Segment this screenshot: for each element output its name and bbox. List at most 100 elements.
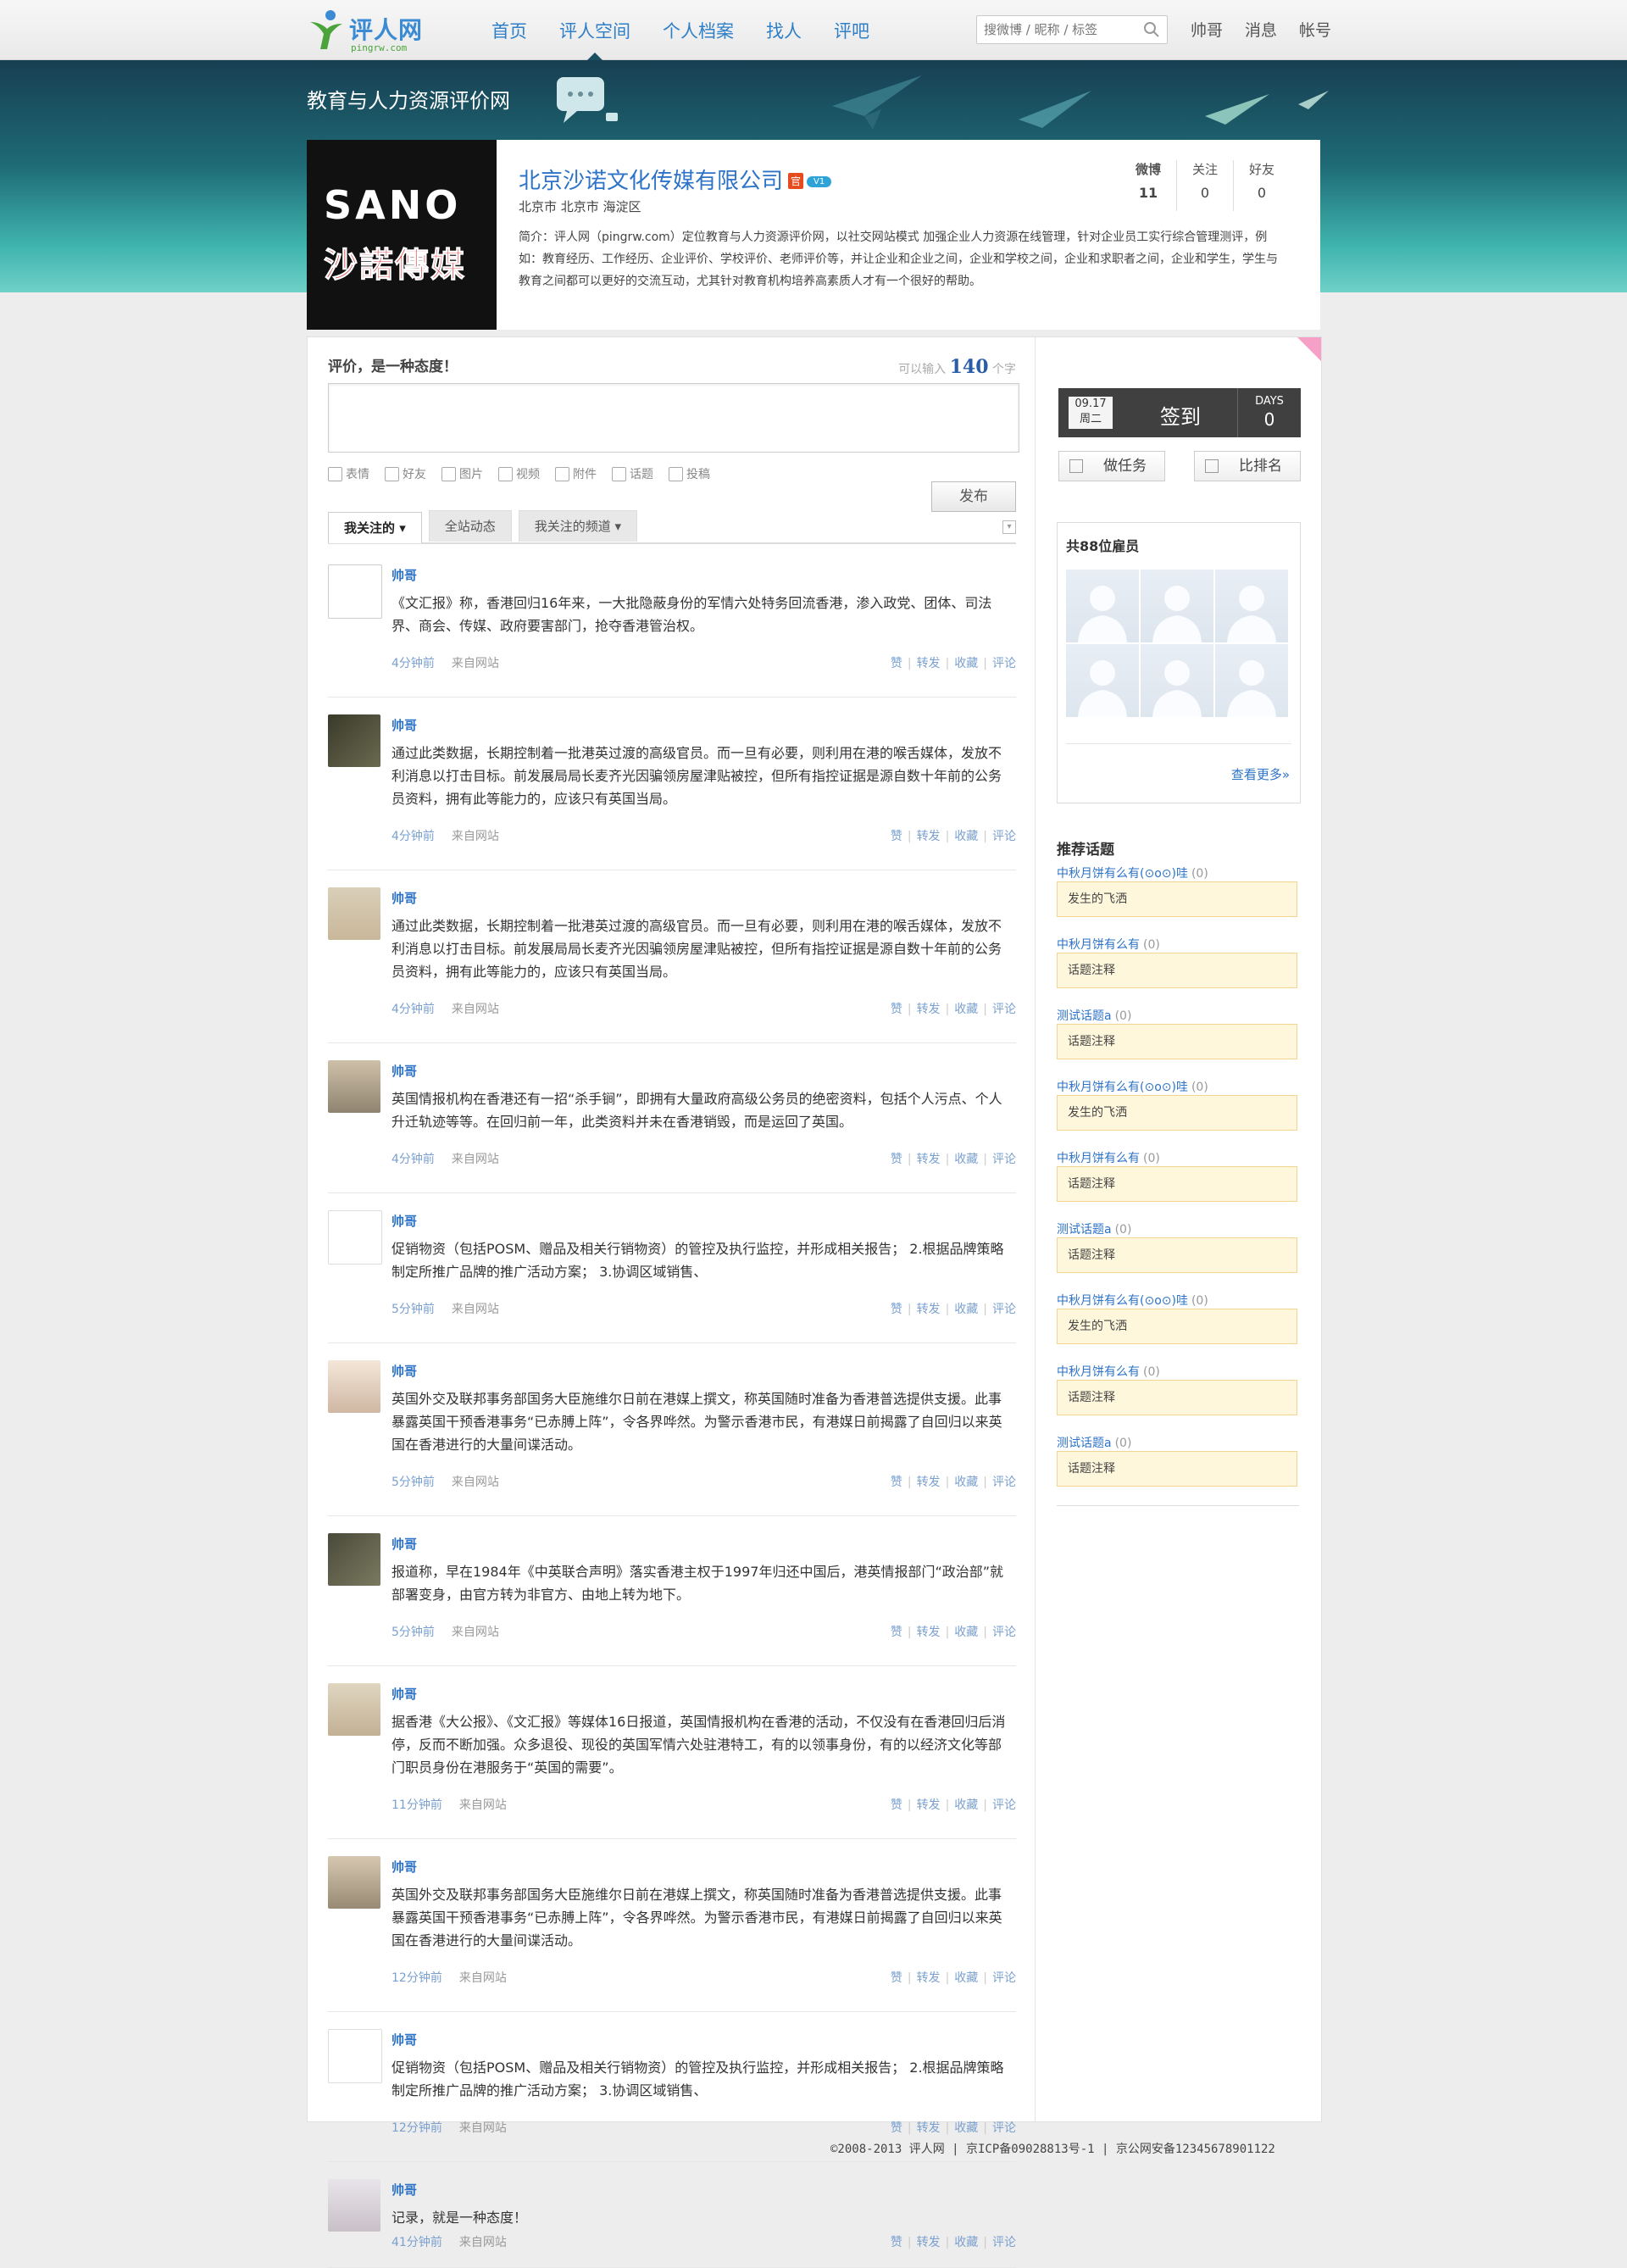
repost-button[interactable]: 转发 xyxy=(917,830,941,843)
comment-button[interactable]: 评论 xyxy=(992,2236,1016,2249)
like-button[interactable]: 赞 xyxy=(891,1971,902,1985)
tool-friends[interactable]: 好友 xyxy=(385,464,426,483)
like-button[interactable]: 赞 xyxy=(891,1003,902,1016)
topic-link[interactable]: 中秋月饼有么有 xyxy=(1057,938,1140,952)
repost-button[interactable]: 转发 xyxy=(917,657,941,670)
post-author[interactable]: 帅哥 xyxy=(391,889,417,907)
post-time[interactable]: 12分钟前 xyxy=(391,1971,442,1985)
like-button[interactable]: 赞 xyxy=(891,2121,902,2135)
tool-video[interactable]: 视频 xyxy=(498,464,540,483)
topic-link[interactable]: 中秋月饼有么有 xyxy=(1057,1152,1140,1165)
avatar[interactable] xyxy=(328,1856,380,1909)
favorite-button[interactable]: 收藏 xyxy=(954,1476,978,1489)
post-time[interactable]: 11分钟前 xyxy=(391,1798,442,1812)
nav-space[interactable]: 评人空间 xyxy=(559,0,630,60)
post-time[interactable]: 4分钟前 xyxy=(391,830,435,843)
repost-button[interactable]: 转发 xyxy=(917,1971,941,1985)
company-name-text[interactable]: 北京沙诺文化传媒有限公司 xyxy=(519,169,783,194)
topic-link[interactable]: 测试话题a xyxy=(1057,1437,1112,1450)
stat-friends[interactable]: 好友 0 xyxy=(1233,160,1290,211)
employee-avatar-placeholder[interactable] xyxy=(1066,644,1139,717)
nav-forum[interactable]: 评吧 xyxy=(834,0,869,59)
post-author[interactable]: 帅哥 xyxy=(391,1212,417,1230)
compose-textarea[interactable] xyxy=(328,383,1019,453)
like-button[interactable]: 赞 xyxy=(891,1476,902,1489)
repost-button[interactable]: 转发 xyxy=(917,1626,941,1639)
avatar[interactable] xyxy=(328,2029,382,2083)
do-tasks-button[interactable]: 做任务 xyxy=(1058,451,1165,481)
comment-button[interactable]: 评论 xyxy=(992,657,1016,670)
like-button[interactable]: 赞 xyxy=(891,2236,902,2249)
comment-button[interactable]: 评论 xyxy=(992,1153,1016,1166)
like-button[interactable]: 赞 xyxy=(891,1798,902,1812)
repost-button[interactable]: 转发 xyxy=(917,2121,941,2135)
stat-following[interactable]: 关注 0 xyxy=(1176,160,1233,211)
topic-link[interactable]: 中秋月饼有么有(⊙o⊙)哇 xyxy=(1057,1081,1188,1094)
repost-button[interactable]: 转发 xyxy=(917,1476,941,1489)
post-author[interactable]: 帅哥 xyxy=(391,566,417,584)
favorite-button[interactable]: 收藏 xyxy=(954,1303,978,1316)
avatar[interactable] xyxy=(328,2179,380,2232)
publish-button[interactable]: 发布 xyxy=(931,481,1016,512)
post-author[interactable]: 帅哥 xyxy=(391,1362,417,1380)
like-button[interactable]: 赞 xyxy=(891,1153,902,1166)
chevron-down-icon[interactable]: ▾ xyxy=(1002,520,1016,534)
avatar[interactable] xyxy=(328,1533,380,1586)
checkin-button[interactable]: 签到 xyxy=(1160,400,1201,430)
post-author[interactable]: 帅哥 xyxy=(391,1685,417,1703)
favorite-button[interactable]: 收藏 xyxy=(954,1626,978,1639)
comment-button[interactable]: 评论 xyxy=(992,1303,1016,1316)
post-time[interactable]: 5分钟前 xyxy=(391,1476,435,1489)
tool-image[interactable]: 图片 xyxy=(441,464,483,483)
comment-button[interactable]: 评论 xyxy=(992,2121,1016,2135)
tool-submit[interactable]: 投稿 xyxy=(669,464,710,483)
tool-emoji[interactable]: 表情 xyxy=(328,464,369,483)
post-author[interactable]: 帅哥 xyxy=(391,716,417,734)
topic-link[interactable]: 中秋月饼有么有(⊙o⊙)哇 xyxy=(1057,1294,1188,1308)
employee-avatar-placeholder[interactable] xyxy=(1141,570,1213,642)
search-input[interactable] xyxy=(982,16,1138,43)
post-time[interactable]: 41分钟前 xyxy=(391,2236,442,2249)
nav-profile[interactable]: 个人档案 xyxy=(663,0,734,59)
favorite-button[interactable]: 收藏 xyxy=(954,1003,978,1016)
repost-button[interactable]: 转发 xyxy=(917,2236,941,2249)
employee-avatar-placeholder[interactable] xyxy=(1215,570,1288,642)
user-name-link[interactable]: 帅哥 xyxy=(1191,0,1223,59)
favorite-button[interactable]: 收藏 xyxy=(954,2236,978,2249)
post-author[interactable]: 帅哥 xyxy=(391,1535,417,1553)
ranking-button[interactable]: 比排名 xyxy=(1194,451,1301,481)
comment-button[interactable]: 评论 xyxy=(992,1971,1016,1985)
favorite-button[interactable]: 收藏 xyxy=(954,1971,978,1985)
messages-link[interactable]: 消息 xyxy=(1245,0,1277,59)
comment-button[interactable]: 评论 xyxy=(992,1003,1016,1016)
like-button[interactable]: 赞 xyxy=(891,1626,902,1639)
avatar[interactable] xyxy=(328,1210,382,1265)
repost-button[interactable]: 转发 xyxy=(917,1153,941,1166)
repost-button[interactable]: 转发 xyxy=(917,1798,941,1812)
site-logo[interactable]: 评人网 pingrw.com xyxy=(307,7,442,54)
post-author[interactable]: 帅哥 xyxy=(391,1062,417,1080)
account-link[interactable]: 帐号 xyxy=(1299,0,1331,59)
avatar[interactable] xyxy=(328,564,382,619)
post-time[interactable]: 5分钟前 xyxy=(391,1626,435,1639)
avatar[interactable] xyxy=(328,1060,380,1113)
topic-link[interactable]: 中秋月饼有么有(⊙o⊙)哇 xyxy=(1057,867,1188,881)
post-author[interactable]: 帅哥 xyxy=(391,2181,417,2199)
post-author[interactable]: 帅哥 xyxy=(391,2031,417,2048)
view-more-link[interactable]: 查看更多» xyxy=(1231,765,1290,783)
employee-avatar-placeholder[interactable] xyxy=(1066,570,1139,642)
post-author[interactable]: 帅哥 xyxy=(391,1858,417,1876)
like-button[interactable]: 赞 xyxy=(891,830,902,843)
favorite-button[interactable]: 收藏 xyxy=(954,657,978,670)
tab-followed-channels[interactable]: 我关注的频道 ▾ xyxy=(518,510,638,542)
favorite-button[interactable]: 收藏 xyxy=(954,2121,978,2135)
post-time[interactable]: 12分钟前 xyxy=(391,2121,442,2135)
stat-weibo[interactable]: 微博 11 xyxy=(1120,160,1176,211)
favorite-button[interactable]: 收藏 xyxy=(954,1153,978,1166)
avatar[interactable] xyxy=(328,714,380,767)
company-avatar[interactable]: SANO 沙諾傳媒 xyxy=(307,140,497,330)
tool-attachment[interactable]: 附件 xyxy=(555,464,597,483)
avatar[interactable] xyxy=(328,1683,380,1736)
post-time[interactable]: 4分钟前 xyxy=(391,1003,435,1016)
comment-button[interactable]: 评论 xyxy=(992,1476,1016,1489)
